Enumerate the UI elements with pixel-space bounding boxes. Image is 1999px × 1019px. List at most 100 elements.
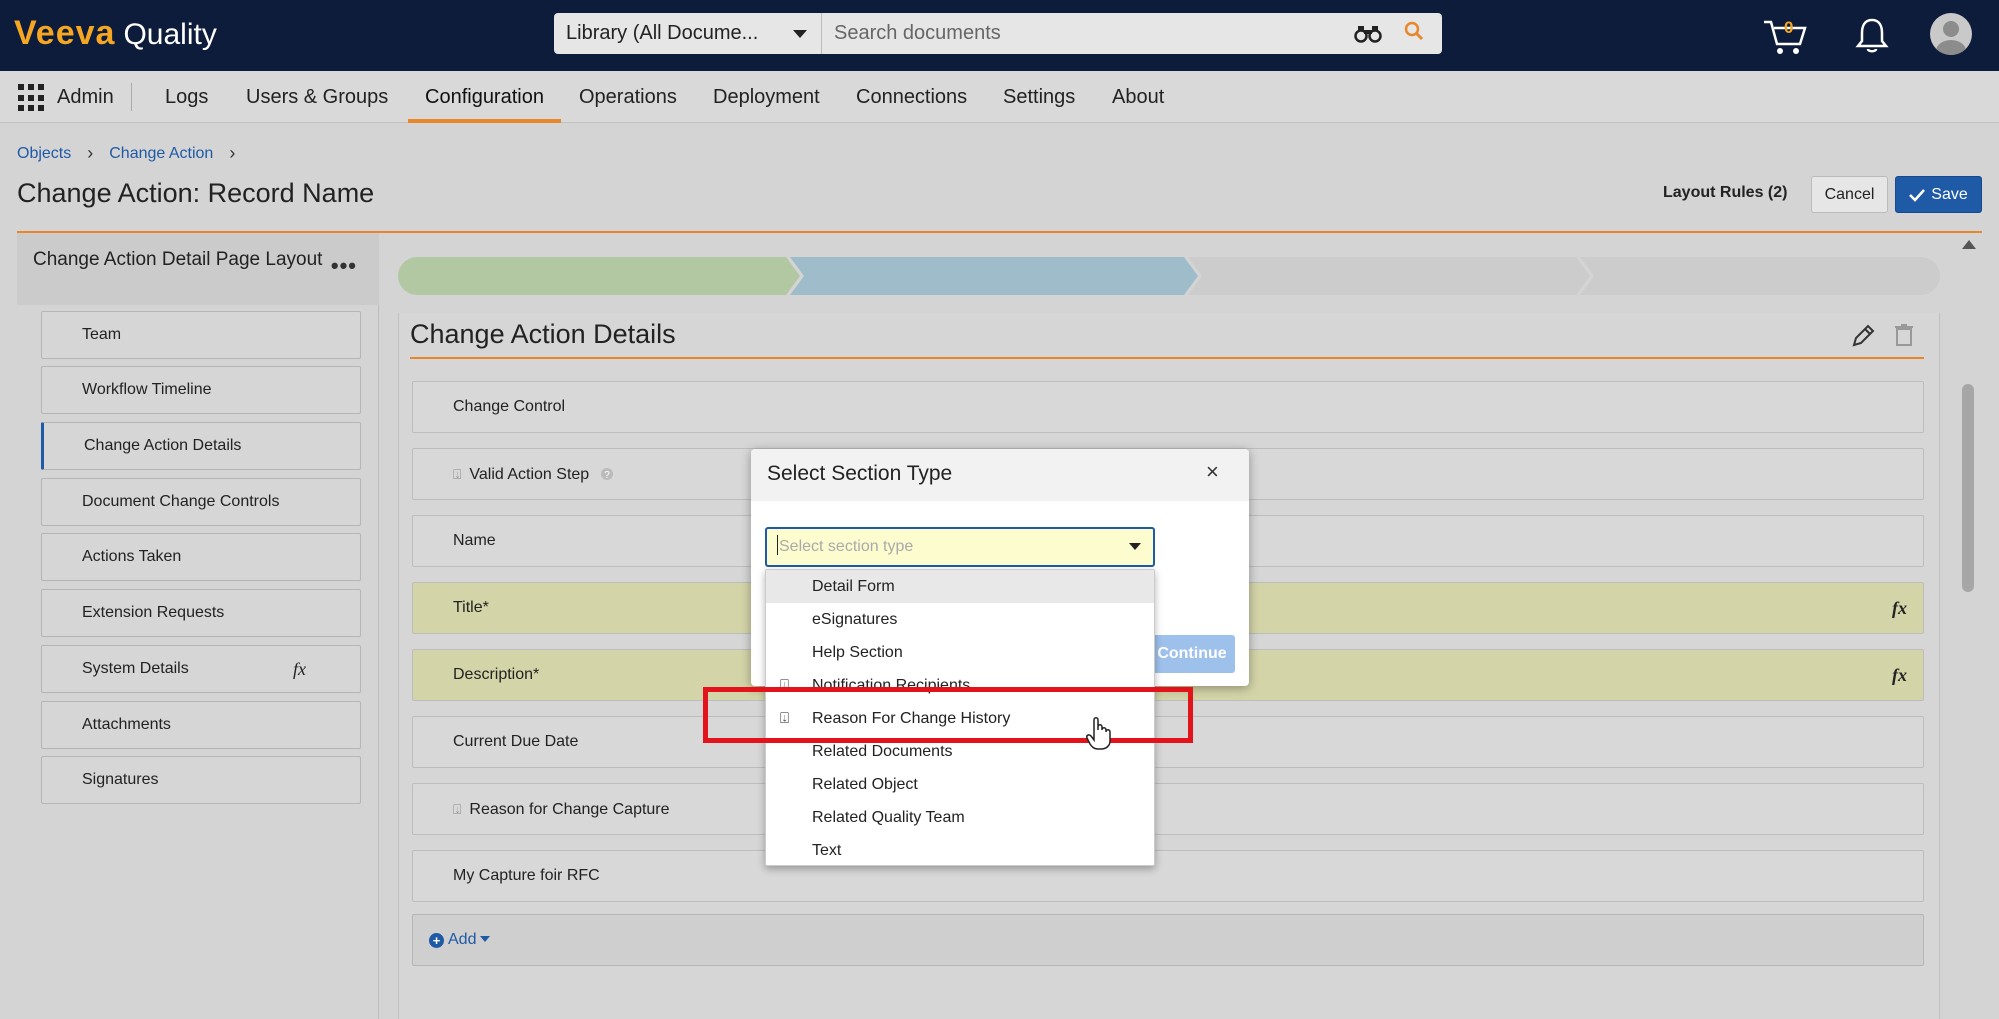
top-bar: Veeva Quality Library (All Docume... Sea…	[0, 0, 1999, 71]
save-button[interactable]: Save	[1895, 176, 1982, 213]
option-detail-form[interactable]: Detail Form	[766, 570, 1154, 603]
section-item-label: Document Change Controls	[82, 493, 280, 510]
section-item-system-details[interactable]: System Details fx	[41, 645, 361, 693]
section-item-attachments[interactable]: Attachments	[41, 701, 361, 749]
more-options-icon[interactable]: •••	[331, 255, 357, 277]
field-label: Reason for Change Capture	[469, 801, 670, 818]
section-item-actions-taken[interactable]: Actions Taken	[41, 533, 361, 581]
search-scope-select[interactable]: Library (All Docume...	[554, 13, 822, 54]
help-icon[interactable]: ?	[600, 467, 614, 481]
tab-logs[interactable]: Logs	[165, 71, 208, 123]
layout-rules-link[interactable]: Layout Rules (2)	[1663, 184, 1787, 202]
option-related-quality-team[interactable]: Related Quality Team	[766, 801, 1154, 834]
dialog-header: Select Section Type ×	[751, 449, 1249, 501]
app-logo[interactable]: Veeva Quality	[14, 14, 217, 54]
binoculars-icon[interactable]	[1354, 25, 1382, 43]
nav-bar: Admin Logs Users & Groups Configuration …	[0, 71, 1999, 123]
highlight-box	[703, 687, 1193, 743]
formula-icon: fx	[1892, 598, 1907, 618]
section-type-select[interactable]: Select section type	[765, 527, 1155, 567]
check-icon	[1909, 188, 1926, 202]
field-change-control[interactable]: Change Control	[412, 381, 1924, 433]
add-field-row: + Add	[412, 914, 1924, 966]
caret-down-icon	[793, 30, 807, 38]
section-item-signatures[interactable]: Signatures	[41, 756, 361, 804]
field-label: My Capture foir RFC	[453, 867, 600, 884]
tab-about[interactable]: About	[1112, 71, 1164, 123]
section-type-placeholder: Select section type	[779, 538, 914, 555]
tab-deployment[interactable]: Deployment	[713, 71, 820, 123]
tab-users-groups[interactable]: Users & Groups	[246, 71, 388, 123]
lifecycle-progress-bar	[398, 257, 1940, 295]
option-help-section[interactable]: Help Section	[766, 636, 1154, 669]
layout-sections-panel: Change Action Detail Page Layout ••• Tea…	[17, 233, 379, 1019]
field-label: Title*	[453, 599, 489, 616]
save-label: Save	[1931, 185, 1968, 203]
caret-down-icon	[480, 936, 491, 942]
option-text[interactable]: Text	[766, 834, 1154, 867]
field-reason-for-change-capture[interactable]: ⍗ Reason for Change Capture	[412, 783, 1924, 835]
field-label: Change Control	[453, 398, 566, 415]
search-placeholder: Search documents	[834, 22, 1001, 44]
section-item-label: Workflow Timeline	[82, 381, 212, 398]
breadcrumb-change-action[interactable]: Change Action	[109, 145, 213, 163]
tune-icon: ⍗	[453, 466, 462, 482]
chevron-right-icon: ›	[229, 143, 236, 163]
avatar[interactable]	[1930, 13, 1972, 55]
cart-button[interactable]: 0	[1762, 16, 1808, 56]
tab-operations[interactable]: Operations	[579, 71, 677, 123]
breadcrumb: Objects › Change Action ›	[17, 143, 251, 164]
hand-pointer-icon	[1086, 717, 1111, 750]
section-item-change-action-details[interactable]: Change Action Details	[41, 422, 361, 470]
caret-down-icon[interactable]	[1129, 543, 1141, 550]
scroll-up-arrow[interactable]	[1962, 240, 1976, 249]
tab-settings[interactable]: Settings	[1003, 71, 1075, 123]
section-item-label: Signatures	[82, 771, 159, 788]
search-scope-value: Library (All Docume...	[566, 22, 759, 44]
scrollbar-thumb[interactable]	[1962, 384, 1974, 592]
app-grid-icon[interactable]	[18, 84, 46, 112]
pencil-icon[interactable]	[1850, 323, 1876, 349]
logo-product: Quality	[123, 18, 217, 51]
close-icon[interactable]: ×	[1206, 461, 1219, 483]
dialog-title: Select Section Type	[767, 462, 953, 485]
layout-panel-header: Change Action Detail Page Layout •••	[17, 233, 379, 305]
bell-icon[interactable]	[1855, 16, 1889, 54]
plus-icon: +	[429, 933, 444, 948]
option-esignatures[interactable]: eSignatures	[766, 603, 1154, 636]
section-title: Change Action Details	[410, 319, 676, 349]
tab-configuration[interactable]: Configuration	[408, 71, 561, 123]
section-item-label: Change Action Details	[84, 437, 242, 454]
tune-icon: ⍗	[453, 801, 462, 817]
trash-icon[interactable]	[1894, 323, 1914, 347]
cancel-button[interactable]: Cancel	[1811, 176, 1888, 213]
section-item-workflow-timeline[interactable]: Workflow Timeline	[41, 366, 361, 414]
breadcrumb-objects[interactable]: Objects	[17, 145, 71, 163]
add-label: Add	[448, 931, 477, 948]
section-item-document-change-controls[interactable]: Document Change Controls	[41, 478, 361, 526]
section-item-label: System Details	[82, 660, 189, 677]
field-my-capture-rfc[interactable]: My Capture foir RFC	[412, 850, 1924, 902]
section-item-extension-requests[interactable]: Extension Requests	[41, 589, 361, 637]
section-item-label: Actions Taken	[82, 548, 182, 565]
nav-divider	[131, 83, 132, 111]
search-input[interactable]: Search documents	[822, 13, 1442, 54]
nav-admin[interactable]: Admin	[57, 71, 114, 123]
layout-panel-title: Change Action Detail Page Layout	[33, 249, 323, 270]
field-label: Current Due Date	[453, 733, 579, 750]
option-related-object[interactable]: Related Object	[766, 768, 1154, 801]
search-icon[interactable]	[1404, 21, 1424, 41]
tab-connections[interactable]: Connections	[856, 71, 967, 123]
field-label: Valid Action Step	[469, 466, 590, 483]
chevron-right-icon: ›	[87, 143, 94, 163]
logo-brand: Veeva	[14, 14, 116, 52]
field-label: Description*	[453, 666, 540, 683]
section-divider	[410, 357, 1924, 359]
section-item-label: Team	[82, 326, 122, 343]
text-cursor	[777, 535, 778, 555]
cart-count-badge: 0	[1784, 18, 1794, 37]
section-item-team[interactable]: Team	[41, 311, 361, 359]
continue-button[interactable]: Continue	[1149, 635, 1235, 673]
add-button[interactable]: + Add	[429, 931, 491, 948]
formula-icon: fx	[293, 659, 306, 679]
